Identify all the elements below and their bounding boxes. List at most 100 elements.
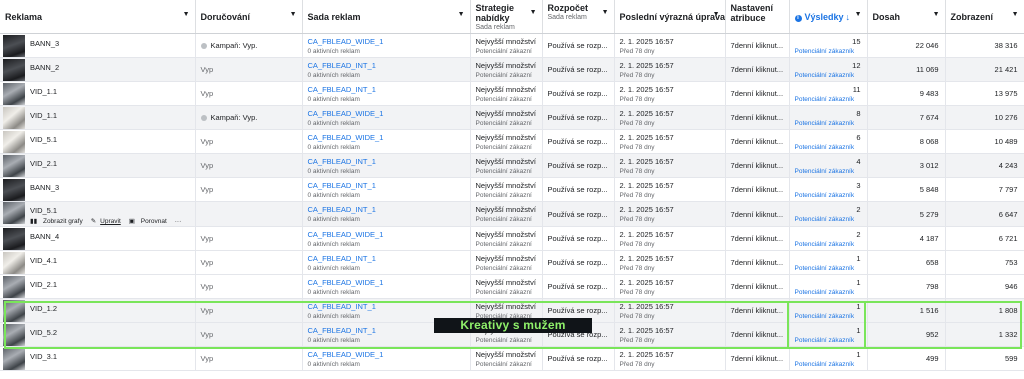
adset-link[interactable]: CA_FBLEAD_INT_1 bbox=[308, 60, 466, 71]
chevron-down-icon[interactable]: ▼ bbox=[713, 11, 720, 18]
ad-name[interactable]: VID_5.1 bbox=[3, 202, 191, 217]
ad-thumbnail[interactable] bbox=[3, 34, 25, 57]
results-type: Potenciální zákazník bbox=[794, 240, 855, 248]
ad-cell[interactable]: VID_2.1 bbox=[0, 274, 196, 299]
ad-thumbnail[interactable] bbox=[3, 227, 25, 250]
ad-thumbnail[interactable] bbox=[3, 275, 25, 298]
adset-link[interactable]: CA_FBLEAD_WIDE_1 bbox=[308, 277, 466, 288]
ad-thumbnail[interactable] bbox=[3, 299, 25, 322]
chevron-down-icon[interactable]: ▼ bbox=[183, 11, 190, 18]
ad-cell[interactable]: VID_1.1 bbox=[0, 81, 196, 106]
ad-name[interactable]: VID_1.1 bbox=[3, 107, 191, 122]
adset-link[interactable]: CA_FBLEAD_INT_1 bbox=[308, 84, 466, 95]
ad-thumbnail[interactable] bbox=[3, 58, 25, 81]
column-header-dosah[interactable]: Dosah ▼ bbox=[867, 0, 946, 34]
ad-cell[interactable]: VID_2.1 bbox=[0, 153, 196, 178]
column-header-doruceni[interactable]: Doručování ▼ bbox=[195, 0, 303, 34]
ad-cell[interactable]: VID_1.1 bbox=[0, 105, 196, 130]
column-header-reklama[interactable]: Reklama ▼ bbox=[0, 0, 196, 34]
ad-name[interactable]: VID_1.1 bbox=[3, 83, 191, 98]
ad-thumbnail[interactable] bbox=[3, 82, 25, 105]
adset-link[interactable]: CA_FBLEAD_WIDE_1 bbox=[308, 349, 466, 360]
view-charts-link[interactable]: ▮▮ Zobrazit grafy bbox=[30, 218, 87, 225]
chevron-down-icon[interactable]: ▼ bbox=[602, 9, 609, 16]
ad-cell[interactable]: VID_5.1 bbox=[0, 129, 196, 154]
ad-cell[interactable]: VID_4.1 bbox=[0, 250, 196, 275]
ad-name[interactable]: BANN_3 bbox=[3, 35, 191, 50]
adset-link[interactable]: CA_FBLEAD_INT_1 bbox=[308, 253, 466, 264]
ad-cell[interactable]: VID_5.1 ▮▮ Zobrazit grafy ✎ Upravit ▣ Porovn… bbox=[0, 201, 196, 227]
table-row[interactable]: BANN_2 Vyp CA_FBLEAD_INT_1 0 aktivních rekl… bbox=[0, 57, 1024, 82]
ad-name[interactable]: VID_4.1 bbox=[3, 252, 191, 267]
table-row[interactable]: VID_3.1 Vyp CA_FBLEAD_WIDE_1 0 aktivních re… bbox=[0, 346, 1024, 371]
edit-link[interactable]: ✎ Upravit bbox=[91, 218, 125, 225]
ad-cell[interactable]: BANN_3 bbox=[0, 33, 196, 58]
column-header-nastaveni[interactable]: Nastavení atribuce bbox=[725, 0, 790, 34]
adset-link[interactable]: CA_FBLEAD_WIDE_1 bbox=[308, 36, 466, 47]
ad-cell[interactable]: BANN_4 bbox=[0, 226, 196, 251]
ad-thumbnail[interactable] bbox=[3, 347, 25, 370]
ad-thumbnail[interactable] bbox=[3, 106, 25, 129]
ad-thumbnail[interactable] bbox=[3, 251, 25, 274]
ad-cell[interactable]: VID_1.2 bbox=[0, 298, 196, 323]
table-row[interactable]: BANN_3 Vyp CA_FBLEAD_INT_1 0 aktivních rekl… bbox=[0, 177, 1024, 202]
ad-name[interactable]: BANN_4 bbox=[3, 228, 191, 243]
adset-link[interactable]: CA_FBLEAD_WIDE_1 bbox=[308, 229, 466, 240]
adset-link[interactable]: CA_FBLEAD_INT_1 bbox=[308, 180, 466, 191]
ad-thumbnail[interactable] bbox=[3, 154, 25, 177]
table-row[interactable]: VID_4.1 Vyp CA_FBLEAD_INT_1 0 aktivních rek… bbox=[0, 250, 1024, 275]
column-header-rozpocet[interactable]: Rozpočet Sada reklam ▼ bbox=[542, 0, 615, 34]
column-header-vysledky[interactable]: i Výsledky ↓ ▼ bbox=[789, 0, 868, 34]
adset-link[interactable]: CA_FBLEAD_INT_1 bbox=[308, 204, 466, 215]
column-header-strategie[interactable]: Strategie nabídky Sada reklam ▼ bbox=[470, 0, 543, 34]
chevron-down-icon[interactable]: ▼ bbox=[290, 11, 297, 18]
delivery-status: Vyp bbox=[200, 137, 214, 146]
ad-cell[interactable]: BANN_2 bbox=[0, 57, 196, 82]
ad-name[interactable]: VID_2.1 bbox=[3, 276, 191, 291]
ad-cell[interactable]: BANN_3 bbox=[0, 177, 196, 202]
chevron-down-icon[interactable]: ▼ bbox=[1012, 11, 1019, 18]
adset-link[interactable]: CA_FBLEAD_WIDE_1 bbox=[308, 108, 466, 119]
ad-name[interactable]: VID_5.2 bbox=[3, 324, 191, 339]
results-type: Potenciální zákazník bbox=[794, 312, 855, 320]
more-options-icon[interactable]: ··· bbox=[175, 218, 182, 225]
info-icon[interactable]: i bbox=[794, 14, 802, 22]
sort-descending-icon[interactable]: ↓ bbox=[846, 12, 851, 22]
compare-link[interactable]: ▣ Porovnat bbox=[129, 218, 171, 225]
chevron-down-icon[interactable]: ▼ bbox=[458, 11, 465, 18]
adset-link[interactable]: CA_FBLEAD_WIDE_1 bbox=[308, 132, 466, 143]
delivery-status: Kampaň: Vyp. bbox=[210, 41, 258, 50]
ad-name[interactable]: BANN_2 bbox=[3, 59, 191, 74]
ad-thumbnail[interactable] bbox=[3, 178, 25, 201]
adset-link[interactable]: CA_FBLEAD_INT_1 bbox=[308, 301, 466, 312]
chevron-down-icon[interactable]: ▼ bbox=[855, 11, 862, 18]
chevron-down-icon[interactable]: ▼ bbox=[933, 11, 940, 18]
ad-cell[interactable]: VID_3.1 bbox=[0, 346, 196, 371]
table-row[interactable]: VID_1.1 Vyp CA_FBLEAD_INT_1 0 aktivních rek… bbox=[0, 81, 1024, 106]
column-header-uprava[interactable]: Poslední výrazná úprava ▼ bbox=[614, 0, 726, 34]
table-row[interactable]: VID_2.1 Vyp CA_FBLEAD_WIDE_1 0 aktivních re… bbox=[0, 274, 1024, 299]
ad-thumbnail[interactable] bbox=[3, 130, 25, 153]
ad-name[interactable]: VID_2.1 bbox=[3, 155, 191, 170]
column-header-sada-reklam[interactable]: Sada reklam ▼ bbox=[302, 0, 471, 34]
table-row[interactable]: VID_5.1 Vyp CA_FBLEAD_WIDE_1 0 aktivních re… bbox=[0, 129, 1024, 154]
column-header-zobrazeni[interactable]: Zobrazení ▼ bbox=[945, 0, 1024, 34]
ad-name[interactable]: BANN_3 bbox=[3, 179, 191, 194]
ad-thumbnail[interactable] bbox=[3, 323, 25, 346]
attribution-cell: 7denní kliknut... bbox=[725, 129, 790, 154]
ad-name[interactable]: VID_3.1 bbox=[3, 348, 191, 363]
ad-name[interactable]: VID_1.2 bbox=[3, 300, 191, 315]
adset-cell: CA_FBLEAD_INT_1 0 aktivních reklam bbox=[302, 57, 471, 82]
table-row[interactable]: VID_1.1 Kampaň: Vyp. CA_FBLEAD_WIDE_1 0 akt… bbox=[0, 105, 1024, 130]
budget-value: Používá se rozp... bbox=[547, 113, 608, 122]
adset-link[interactable]: CA_FBLEAD_INT_1 bbox=[308, 156, 466, 167]
table-row[interactable]: VID_5.1 ▮▮ Zobrazit grafy ✎ Upravit ▣ Porovn… bbox=[0, 201, 1024, 227]
ad-thumbnail[interactable] bbox=[3, 202, 25, 224]
ad-cell[interactable]: VID_5.2 bbox=[0, 322, 196, 347]
table-row[interactable]: BANN_4 Vyp CA_FBLEAD_WIDE_1 0 aktivních rek… bbox=[0, 226, 1024, 251]
table-row[interactable]: BANN_3 Kampaň: Vyp. CA_FBLEAD_WIDE_1 0 akti… bbox=[0, 33, 1024, 58]
chevron-down-icon[interactable]: ▼ bbox=[530, 9, 537, 16]
ad-name[interactable]: VID_5.1 bbox=[3, 131, 191, 146]
table-row[interactable]: VID_2.1 Vyp CA_FBLEAD_INT_1 0 aktivních rek… bbox=[0, 153, 1024, 178]
results-cell: 1 Potenciální zákazník bbox=[789, 322, 868, 347]
